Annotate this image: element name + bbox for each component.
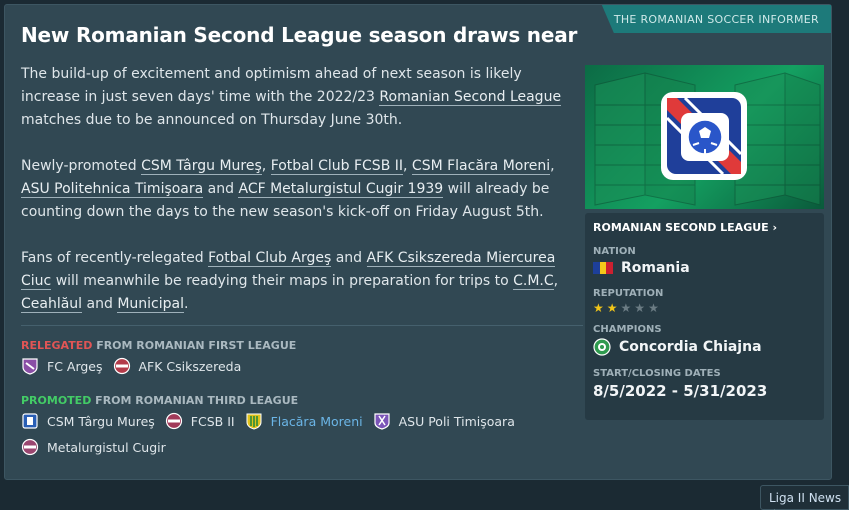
paragraph-3: Fans of recently-relegated Fotbal Club A…	[21, 247, 583, 316]
club-crest-icon	[165, 412, 182, 430]
star-empty-icon: ★	[634, 301, 646, 315]
article-body: The build-up of excitement and optimism …	[21, 63, 583, 339]
text: and	[331, 250, 367, 266]
promoted-heading-rest: FROM ROMANIAN THIRD LEAGUE	[91, 394, 299, 407]
promoted-heading: PROMOTED FROM ROMANIAN THIRD LEAGUE	[21, 394, 298, 407]
link-stadium-municipal[interactable]: Municipal	[117, 296, 184, 313]
text: ,	[403, 158, 412, 174]
promoted-teams-row-1: CSM Târgu Mureş FCSB II Flacăra Moreni A…	[21, 412, 525, 430]
relegated-tag: RELEGATED	[21, 339, 93, 352]
team-name: FCSB II	[190, 413, 235, 429]
reputation-label: REPUTATION	[593, 288, 664, 299]
relegated-heading-rest: FROM ROMANIAN FIRST LEAGUE	[92, 339, 297, 352]
team-fc-arges[interactable]: FC Argeş	[21, 357, 103, 375]
team-name: Flacăra Moreni	[270, 413, 363, 429]
liga-ii-news-label: Liga II News	[769, 491, 842, 505]
club-crest-icon	[593, 338, 611, 356]
promoted-tag: PROMOTED	[21, 394, 92, 407]
team-name: FC Argeş	[47, 358, 103, 374]
league-logo-icon	[594, 72, 821, 206]
text: .	[184, 296, 189, 312]
headline: New Romanian Second League season draws …	[21, 23, 578, 47]
team-flacara-moreni[interactable]: Flacăra Moreni	[245, 412, 363, 430]
text: ,	[553, 273, 559, 289]
league-info-card: ROMANIAN SECOND LEAGUE › NATION Romania …	[585, 213, 824, 420]
relegated-heading: RELEGATED FROM ROMANIAN FIRST LEAGUE	[21, 339, 296, 352]
team-afk-csikszereda[interactable]: AFK Csikszereda	[113, 357, 242, 375]
nation-label: NATION	[593, 246, 636, 257]
team-asu-poli-timisoara[interactable]: ASU Poli Timişoara	[373, 412, 515, 430]
link-asu-politehnica[interactable]: ASU Politehnica Timişoara	[21, 181, 204, 198]
paragraph-2: Newly-promoted CSM Târgu Mureş, Fotbal C…	[21, 155, 583, 224]
team-metalurgistul-cugir[interactable]: Metalurgistul Cugir	[21, 438, 166, 456]
text: and	[82, 296, 118, 312]
club-crest-icon	[246, 413, 262, 430]
star-empty-icon: ★	[620, 301, 632, 315]
star-filled-icon: ★	[606, 301, 618, 315]
romania-flag-icon	[593, 262, 613, 274]
news-panel: THE ROMANIAN SOCCER INFORMER New Romania…	[4, 4, 832, 480]
league-hero-image	[585, 65, 824, 209]
chevron-right-icon: ›	[772, 221, 778, 234]
champions-value[interactable]: Concordia Chiajna	[593, 338, 816, 356]
relegated-teams: FC Argeş AFK Csikszereda	[21, 357, 251, 375]
champions-label: CHAMPIONS	[593, 324, 662, 335]
link-metalurgistul-cugir[interactable]: ACF Metalurgistul Cugir 1939	[238, 181, 444, 198]
star-empty-icon: ★	[648, 301, 659, 315]
dates-value: 8/5/2022 - 5/31/2023	[593, 382, 768, 400]
club-crest-icon	[22, 358, 38, 375]
club-crest-icon	[113, 357, 130, 375]
nation-name: Romania	[621, 260, 690, 276]
champions-name: Concordia Chiajna	[619, 339, 762, 355]
paragraph-1: The build-up of excitement and optimism …	[21, 63, 583, 132]
text: Fans of recently-relegated	[21, 250, 209, 266]
team-csm-targu-mures[interactable]: CSM Târgu Mureş	[21, 412, 155, 430]
text: matches due to be announced on Thursday …	[21, 112, 403, 128]
team-name: ASU Poli Timişoara	[398, 413, 515, 429]
text: ,	[261, 158, 271, 174]
link-stadium-ceahlaul[interactable]: Ceahlăul	[21, 296, 83, 313]
source-tag: THE ROMANIAN SOCCER INFORMER	[601, 5, 831, 33]
star-filled-icon: ★	[593, 301, 604, 315]
team-name: AFK Csikszereda	[138, 358, 242, 374]
chevron-right-icon: ›	[773, 505, 778, 510]
link-stadium-cmc[interactable]: C.M.C	[513, 273, 554, 290]
league-title-link[interactable]: ROMANIAN SECOND LEAGUE ›	[593, 221, 816, 234]
reputation-stars: ★ ★ ★ ★ ★	[593, 302, 816, 314]
link-csm-targu-mures[interactable]: CSM Târgu Mureş	[141, 158, 262, 175]
team-name: CSM Târgu Mureş	[47, 413, 155, 429]
nation-value[interactable]: Romania	[593, 260, 816, 276]
club-crest-icon	[22, 413, 38, 429]
text: will meanwhile be readying their maps in…	[51, 273, 514, 289]
promoted-teams-row-2: Metalurgistul Cugir	[21, 438, 176, 456]
link-fcsb-ii[interactable]: Fotbal Club FCSB II	[270, 158, 404, 175]
text: ,	[550, 158, 555, 174]
link-romanian-second-league[interactable]: Romanian Second League	[379, 89, 562, 106]
team-name: Metalurgistul Cugir	[47, 439, 166, 455]
club-crest-icon	[373, 413, 390, 430]
divider	[21, 325, 583, 326]
club-crest-icon	[21, 438, 39, 456]
link-flacara-moreni[interactable]: CSM Flacăra Moreni	[411, 158, 551, 175]
text: and	[203, 181, 239, 197]
team-fcsb-ii[interactable]: FCSB II	[165, 412, 235, 430]
liga-ii-news-button[interactable]: Liga II News ›	[760, 485, 849, 510]
dates-label: START/CLOSING DATES	[593, 368, 721, 379]
league-title-text: ROMANIAN SECOND LEAGUE	[593, 221, 769, 234]
text: Newly-promoted	[21, 158, 142, 174]
link-fc-arges[interactable]: Fotbal Club Argeş	[208, 250, 332, 267]
